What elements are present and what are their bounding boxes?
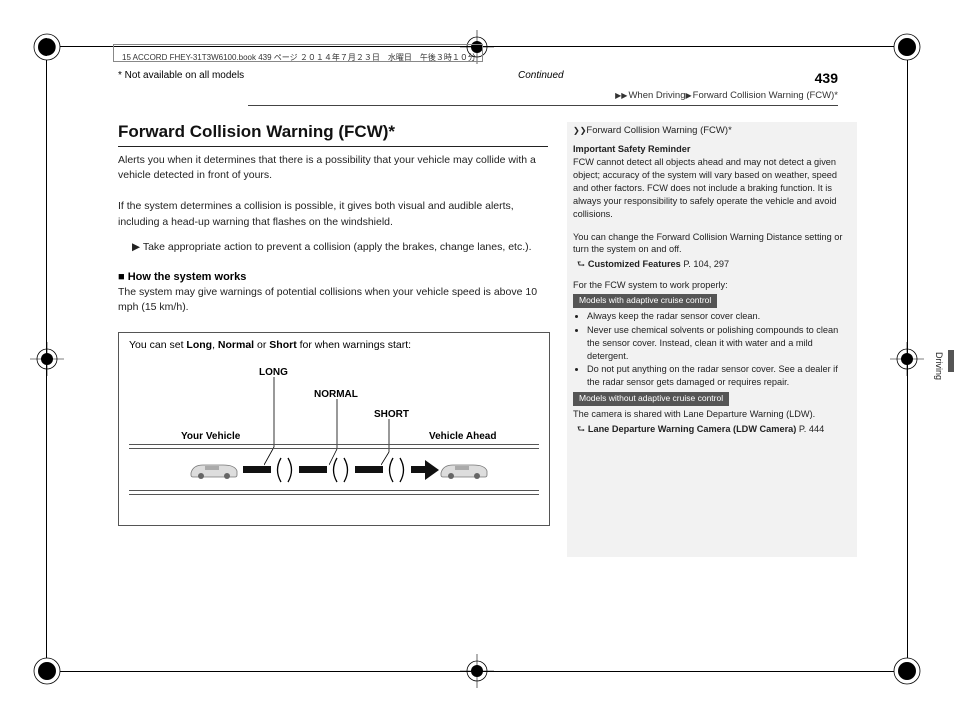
link-arrow-icon: ⮑ (577, 424, 585, 434)
paren-left-icon (272, 456, 284, 484)
corner-ornament-icon (33, 657, 61, 685)
tab-label: Driving (934, 352, 944, 380)
diagram-title: You can set Long, Normal or Short for wh… (119, 333, 549, 357)
list-item: Always keep the radar sensor cover clean… (587, 310, 853, 323)
breadcrumb: ▶▶When Driving▶Forward Collision Warning… (615, 90, 838, 101)
paren-right-icon (285, 456, 297, 484)
list-item: Do not put anything on the radar sensor … (587, 363, 853, 389)
registration-mark-icon (30, 342, 64, 376)
paren-right-icon (341, 456, 353, 484)
file-stamp: 15 ACCORD FHEY-31T3W6100.book 439 ページ ２０… (118, 50, 480, 65)
action-text: ▶ Take appropriate action to prevent a c… (118, 240, 548, 255)
crop-mark-line (60, 671, 894, 672)
arrow-segment-icon (243, 466, 271, 473)
cross-ref-customized: ⮑ Customized Features P. 104, 297 (573, 258, 853, 271)
how-text: The system may give warnings of potentia… (118, 285, 548, 315)
footnote: * Not available on all models (118, 70, 244, 81)
alert-text: If the system determines a collision is … (118, 199, 548, 229)
model-tag-without-acc: Models without adaptive cruise control (573, 392, 729, 406)
car-icon (439, 459, 489, 479)
tab-bar-icon (948, 350, 954, 372)
bullet-list: Always keep the radar sensor cover clean… (573, 310, 853, 389)
change-setting-text: You can change the Forward Collision War… (573, 231, 853, 257)
breadcrumb-arrow-icon: ▶▶ (615, 91, 628, 100)
corner-ornament-icon (33, 33, 61, 61)
model-tag-with-acc: Models with adaptive cruise control (573, 294, 717, 308)
car-icon (189, 459, 239, 479)
paren-left-icon (328, 456, 340, 484)
page-title: Forward Collision Warning (FCW)* (118, 122, 548, 142)
triangle-bullet-icon: ▶ (132, 241, 140, 253)
section-tab: Driving (940, 350, 954, 410)
square-bullet-icon: ■ (118, 271, 125, 283)
breadcrumb-rule (248, 105, 838, 106)
crop-mark-line (907, 60, 908, 658)
sidebar-title: ❯❯Forward Collision Warning (FCW)* (573, 124, 853, 137)
arrow-head-icon (425, 460, 439, 480)
corner-ornament-icon (893, 33, 921, 61)
breadcrumb-sep-icon: ▶ (685, 91, 692, 100)
arrow-segment-icon (355, 466, 383, 473)
intro-text: Alerts you when it determines that there… (118, 153, 548, 183)
breadcrumb-section-1: When Driving (628, 90, 685, 101)
breadcrumb-asterisk: * (834, 90, 838, 101)
paren-left-icon (384, 456, 396, 484)
arrow-segment-icon (411, 466, 425, 473)
crop-mark-line (46, 60, 47, 658)
title-rule (118, 146, 548, 147)
page-number: 439 (815, 70, 838, 86)
corner-ornament-icon (893, 657, 921, 685)
reminder-text: FCW cannot detect all objects ahead and … (573, 156, 853, 220)
paren-right-icon (397, 456, 409, 484)
cross-ref-ldw: ⮑ Lane Departure Warning Camera (LDW Cam… (573, 423, 853, 436)
chevron-icon: ❯❯ (573, 126, 586, 135)
reminder-heading: Important Safety Reminder (573, 143, 853, 156)
continued-label: Continued (518, 70, 564, 81)
fcw-diagram: You can set Long, Normal or Short for wh… (118, 332, 550, 526)
list-item: Never use chemical solvents or polishing… (587, 324, 853, 363)
link-arrow-icon: ⮑ (577, 259, 585, 269)
breadcrumb-section-2: Forward Collision Warning (FCW) (693, 90, 835, 101)
proper-text: For the FCW system to work properly: (573, 279, 853, 292)
camera-text: The camera is shared with Lane Departure… (573, 408, 853, 421)
road-graphic (129, 438, 539, 498)
sidebar-notes: ❯❯Forward Collision Warning (FCW)* Impor… (573, 122, 853, 444)
how-heading: ■ How the system works (118, 271, 548, 283)
arrow-segment-icon (299, 466, 327, 473)
